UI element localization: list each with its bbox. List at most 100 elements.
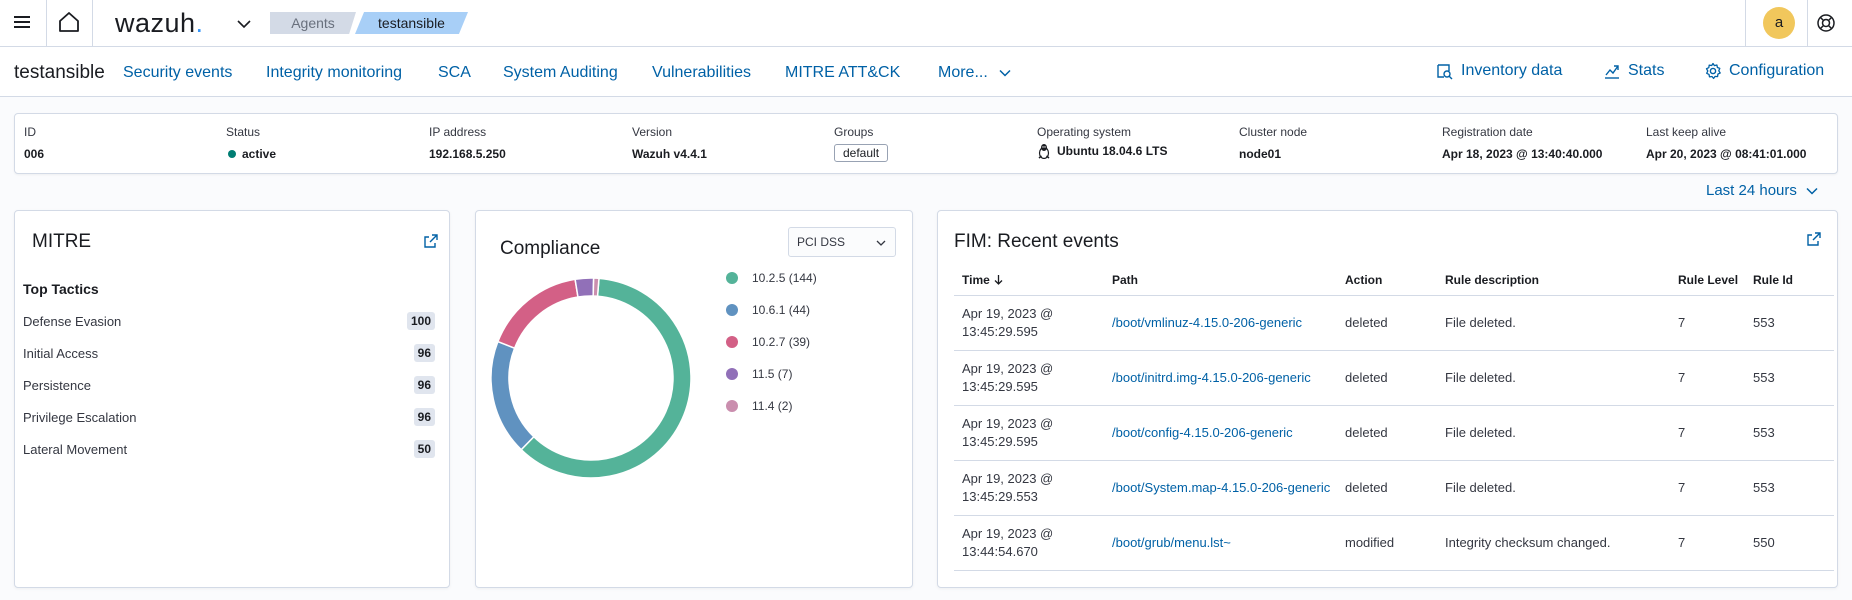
- cell-path[interactable]: /boot/System.map-4.15.0-206-generic: [1104, 460, 1337, 516]
- cell-id: 553: [1745, 405, 1834, 461]
- legend-swatch: [726, 400, 738, 412]
- cell-level: 7: [1670, 295, 1745, 351]
- stats-label: Stats: [1628, 62, 1665, 79]
- tactic-count: 96: [413, 376, 435, 394]
- cell-description: File deleted.: [1437, 405, 1670, 461]
- status-text: active: [242, 147, 277, 161]
- cell-path[interactable]: /boot/grub/menu.lst~: [1104, 515, 1337, 571]
- info-value: 192.168.5.250: [429, 147, 506, 161]
- agent-info-strip: ID 006 Status active IP address 192.168.…: [14, 113, 1838, 174]
- table-row[interactable]: Apr 19, 2023 @ 13:45:29.595 /boot/initrd.…: [954, 350, 1834, 406]
- cell-action: deleted: [1337, 350, 1437, 406]
- user-avatar[interactable]: a: [1763, 7, 1795, 39]
- tab-sca[interactable]: SCA: [438, 64, 471, 82]
- time-clock: 13:45:29.595: [962, 433, 1038, 449]
- info-value: active: [226, 147, 276, 161]
- tab-system-auditing[interactable]: System Auditing: [503, 64, 618, 82]
- gear-icon: [1705, 62, 1721, 80]
- legend-item[interactable]: 10.2.5 (144): [726, 268, 866, 288]
- time-range-picker[interactable]: Last 24 hours: [1706, 182, 1819, 199]
- legend-swatch: [726, 304, 738, 316]
- donut-slice-10-6-1[interactable]: [490, 340, 535, 451]
- tactic-row[interactable]: Persistence 96: [23, 375, 443, 397]
- chevron-down-icon[interactable]: [234, 14, 254, 34]
- wazuh-logo[interactable]: wazuh.: [115, 8, 204, 39]
- tactic-name: Lateral Movement: [23, 442, 128, 457]
- table-row[interactable]: Apr 19, 2023 @ 13:45:29.595 /boot/config-…: [954, 405, 1834, 461]
- cell-description: File deleted.: [1437, 295, 1670, 351]
- legend-label: 10.2.7 (39): [752, 335, 811, 349]
- info-id: ID 006: [24, 125, 44, 161]
- configuration-link[interactable]: Configuration: [1704, 62, 1824, 80]
- group-badge[interactable]: default: [834, 144, 889, 162]
- breadcrumb-agents[interactable]: Agents: [270, 12, 356, 34]
- donut-slice-11-4[interactable]: [592, 277, 600, 298]
- legend-swatch: [726, 368, 738, 380]
- cell-path[interactable]: /boot/vmlinuz-4.15.0-206-generic: [1104, 295, 1337, 351]
- time-clock: 13:45:29.595: [962, 323, 1038, 339]
- cell-path[interactable]: /boot/config-4.15.0-206-generic: [1104, 405, 1337, 461]
- inventory-data-link[interactable]: Inventory data: [1436, 62, 1562, 80]
- info-label: Status: [226, 125, 261, 139]
- info-label: Operating system: [1037, 125, 1132, 139]
- info-label: Registration date: [1442, 125, 1533, 139]
- tab-mitre-attack[interactable]: MITRE ATT&CK: [785, 64, 900, 82]
- header-divider: [46, 0, 47, 47]
- table-row[interactable]: Apr 19, 2023 @ 13:45:29.553 /boot/System.…: [954, 460, 1834, 516]
- col-rule-description[interactable]: Rule description: [1437, 265, 1670, 296]
- legend-item[interactable]: 11.4 (2): [726, 396, 866, 416]
- inventory-icon: [1437, 64, 1453, 80]
- compliance-panel: Compliance PCI DSS 10.2.5 (144) 10.6.1 (…: [475, 210, 913, 588]
- legend-label: 10.2.5 (144): [752, 271, 817, 285]
- tab-integrity-monitoring[interactable]: Integrity monitoring: [266, 64, 402, 82]
- tactic-name: Initial Access: [23, 346, 99, 361]
- tactic-row[interactable]: Privilege Escalation 96: [23, 407, 443, 429]
- legend-swatch: [726, 336, 738, 348]
- stats-link[interactable]: Stats: [1603, 62, 1664, 80]
- help-icon[interactable]: [1816, 13, 1836, 33]
- tab-vulnerabilities[interactable]: Vulnerabilities: [652, 64, 751, 82]
- info-value: Apr 20, 2023 @ 08:41:01.000: [1646, 147, 1807, 161]
- home-icon[interactable]: [57, 10, 81, 34]
- cell-path[interactable]: /boot/initrd.img-4.15.0-206-generic: [1104, 350, 1337, 406]
- top-tactics-title: Top Tactics: [23, 281, 99, 297]
- legend-label: 11.5 (7): [752, 367, 793, 381]
- info-cluster: Cluster node node01: [1239, 125, 1307, 161]
- table-row[interactable]: Apr 19, 2023 @ 13:45:29.595 /boot/vmlinuz…: [954, 295, 1834, 351]
- info-label: Version: [632, 125, 673, 139]
- table-row[interactable]: Apr 19, 2023 @ 13:44:54.670 /boot/grub/me…: [954, 515, 1834, 571]
- table-header-row: Time Path Action Rule description Rule L…: [954, 265, 1834, 296]
- info-value: node01: [1239, 147, 1282, 161]
- col-time[interactable]: Time: [954, 265, 1104, 296]
- cell-level: 7: [1670, 405, 1745, 461]
- external-link-icon[interactable]: [423, 233, 439, 249]
- col-path[interactable]: Path: [1104, 265, 1337, 296]
- cell-level: 7: [1670, 515, 1745, 571]
- breadcrumb-agent[interactable]: testansible: [355, 12, 468, 34]
- col-rule-id[interactable]: Rule Id: [1745, 265, 1834, 296]
- legend-item[interactable]: 10.2.7 (39): [726, 332, 866, 352]
- legend-label: 10.6.1 (44): [752, 303, 811, 317]
- compliance-standard-select[interactable]: PCI DSS: [788, 227, 896, 257]
- donut-slice-11-5[interactable]: [574, 277, 595, 298]
- tactic-row[interactable]: Lateral Movement 50: [23, 439, 443, 461]
- menu-icon[interactable]: [12, 12, 32, 32]
- col-action[interactable]: Action: [1337, 265, 1437, 296]
- tactic-row[interactable]: Initial Access 96: [23, 343, 443, 365]
- legend-label: 11.4 (2): [752, 399, 793, 413]
- logo-text: wazuh: [115, 8, 196, 38]
- legend-item[interactable]: 10.6.1 (44): [726, 300, 866, 320]
- time-clock: 13:44:54.670: [962, 543, 1038, 559]
- info-value: Wazuh v4.4.1: [632, 147, 707, 161]
- external-link-icon[interactable]: [1806, 231, 1822, 247]
- col-rule-level[interactable]: Rule Level: [1670, 265, 1745, 296]
- info-value: Ubuntu 18.04.6 LTS: [1037, 143, 1167, 159]
- tab-more[interactable]: More...: [938, 64, 1012, 82]
- tactic-name: Persistence: [23, 378, 91, 393]
- info-value: default: [834, 144, 889, 162]
- agent-nav: testansible Security events Integrity mo…: [0, 47, 1852, 97]
- tab-security-events[interactable]: Security events: [123, 64, 232, 82]
- legend-item[interactable]: 11.5 (7): [726, 364, 866, 384]
- tactic-row[interactable]: Defense Evasion 100: [23, 311, 443, 333]
- donut-slice-10-2-7[interactable]: [496, 278, 579, 350]
